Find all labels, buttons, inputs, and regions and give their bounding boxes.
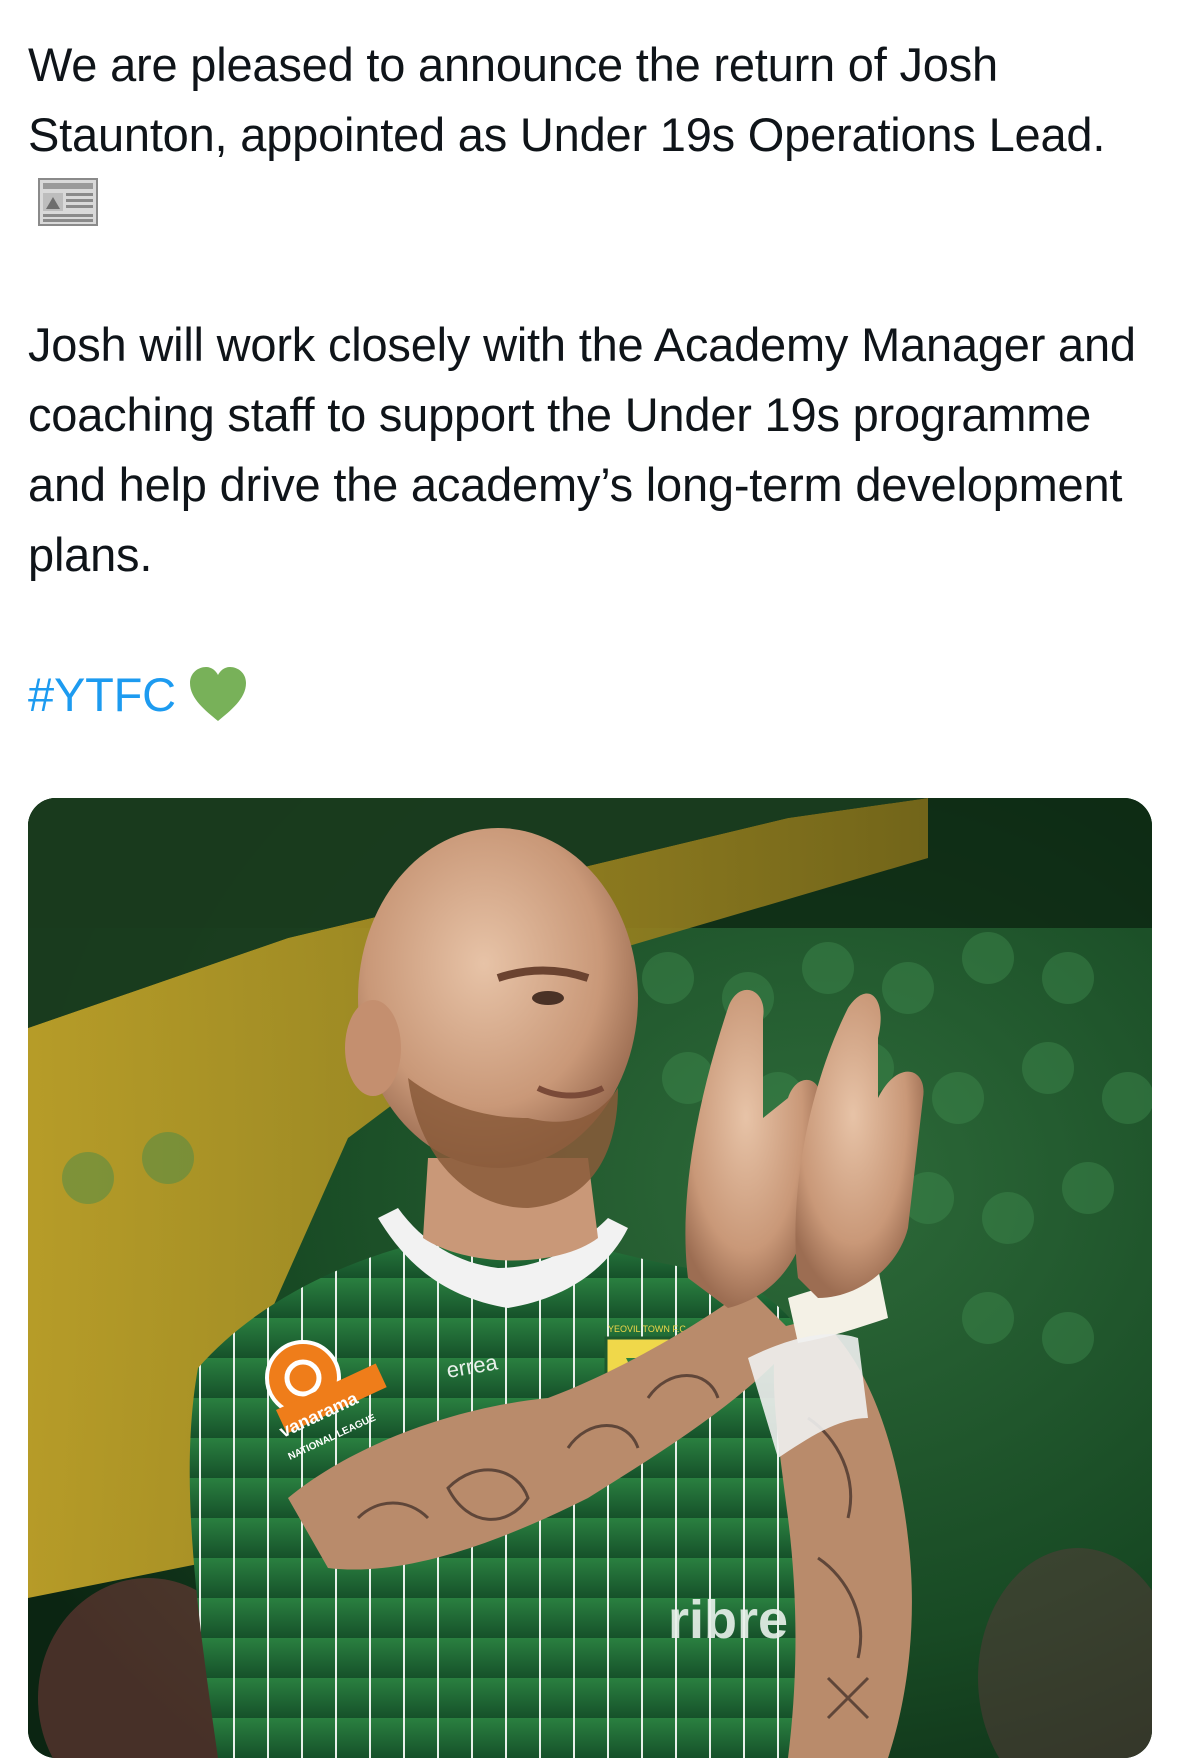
tweet-media-image[interactable]: vanarama NATIONAL LEAGUE errea YEOVIL TO… [28,798,1152,1758]
tweet-body: We are pleased to announce the return of… [28,30,1158,730]
newspaper-icon [38,176,98,226]
hashtag-link[interactable]: #YTFC [28,668,176,721]
tweet-hashtag-line: #YTFC [28,660,1158,730]
tweet-paragraph-1-text: We are pleased to announce the return of… [28,38,1106,161]
shirt-sponsor-text: ribre [668,1590,788,1650]
tweet-paragraph-2: Josh will work closely with the Academy … [28,318,1136,581]
crest-text: YEOVIL TOWN F.C. [608,1324,688,1334]
player-photo: vanarama NATIONAL LEAGUE errea YEOVIL TO… [28,798,1152,1758]
tweet-paragraph-1: We are pleased to announce the return of… [28,30,1158,240]
green-heart-icon [186,665,250,725]
